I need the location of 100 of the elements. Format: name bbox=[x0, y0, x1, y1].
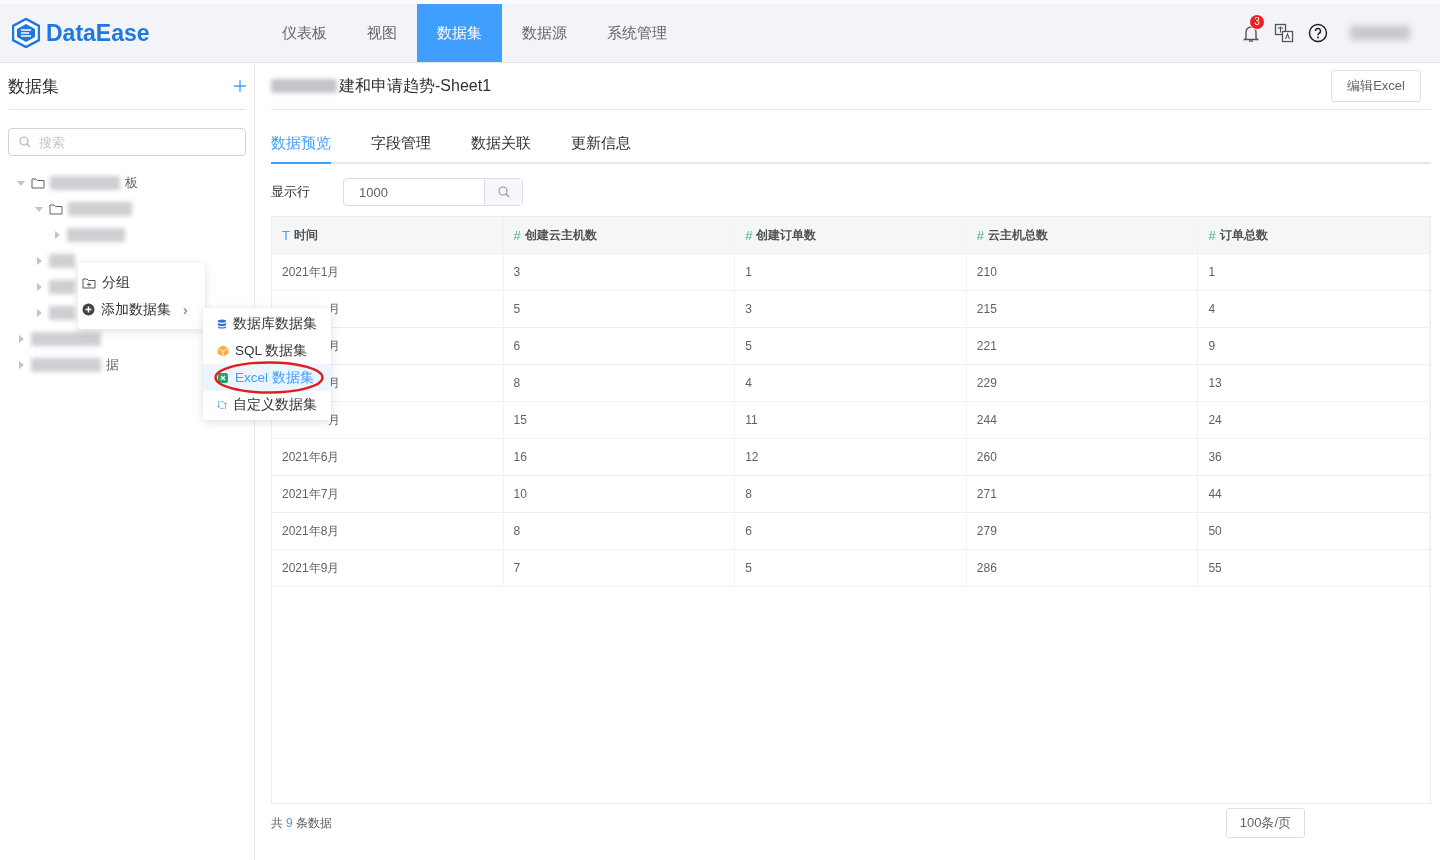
table-cell: 55 bbox=[1198, 550, 1430, 586]
table-cell: 44 bbox=[1198, 476, 1430, 512]
nav-tab[interactable]: 数据源 bbox=[502, 4, 587, 62]
caret-icon[interactable] bbox=[34, 204, 44, 214]
table-cell: 215 bbox=[966, 291, 1199, 327]
table-cell: 286 bbox=[966, 550, 1199, 586]
nav-tab[interactable]: 视图 bbox=[347, 4, 417, 62]
table-cell: 229 bbox=[966, 365, 1199, 401]
caret-icon[interactable] bbox=[16, 178, 26, 188]
nav-tab[interactable]: 系统管理 bbox=[587, 4, 687, 62]
table-cell: 7 bbox=[503, 550, 736, 586]
table-cell: 6 bbox=[735, 513, 967, 549]
row-limit-field[interactable]: 1000 bbox=[343, 178, 523, 206]
notification-badge: 3 bbox=[1249, 14, 1265, 30]
menu-item[interactable]: 添加数据集 › bbox=[78, 296, 205, 323]
table-cell: 13 bbox=[1198, 365, 1430, 401]
redacted-label bbox=[50, 176, 120, 190]
sidebar-title: 数据集 bbox=[8, 75, 59, 98]
table-cell: 10 bbox=[503, 476, 736, 512]
redacted-label bbox=[31, 332, 101, 346]
table-cell: 5 bbox=[503, 291, 736, 327]
table-cell: 9 bbox=[1198, 328, 1430, 364]
table-cell: 11 bbox=[735, 402, 967, 438]
table-cell: 260 bbox=[966, 439, 1199, 475]
caret-icon[interactable] bbox=[34, 308, 44, 318]
hexagon-logo-icon bbox=[12, 18, 40, 48]
folder-icon bbox=[49, 203, 63, 215]
table-cell: 36 bbox=[1198, 439, 1430, 475]
table-cell: 3 bbox=[735, 291, 967, 327]
nav-tab[interactable]: 仪表板 bbox=[262, 4, 347, 62]
table-cell: 221 bbox=[966, 328, 1199, 364]
table-cell: 5 bbox=[735, 328, 967, 364]
table-cell: 244 bbox=[966, 402, 1199, 438]
table-cell: 1 bbox=[735, 254, 967, 290]
column-header: # 订单总数 bbox=[1198, 217, 1430, 253]
table-cell: 8 bbox=[503, 365, 736, 401]
table-cell: 2021年6月 bbox=[272, 439, 504, 475]
tree-item[interactable]: 据 bbox=[8, 352, 119, 378]
tree-item[interactable]: 板 bbox=[8, 170, 138, 196]
database-icon bbox=[217, 317, 227, 330]
redacted-label bbox=[68, 202, 132, 216]
cube-icon bbox=[217, 344, 229, 357]
help-icon[interactable] bbox=[1308, 23, 1328, 43]
chevron-icon: › bbox=[183, 301, 188, 318]
table-cell: 24 bbox=[1198, 402, 1430, 438]
menu-item[interactable]: 分组 bbox=[78, 269, 205, 296]
table-cell: 50 bbox=[1198, 513, 1430, 549]
table-cell: 8 bbox=[503, 513, 736, 549]
total-count-text: 共 9 条数据 bbox=[271, 814, 332, 832]
redacted-label bbox=[67, 228, 125, 242]
table-cell: 6 bbox=[503, 328, 736, 364]
tab[interactable]: 字段管理 bbox=[371, 124, 431, 164]
search-icon bbox=[19, 136, 31, 148]
caret-icon[interactable] bbox=[52, 230, 62, 240]
logo-text: DataEase bbox=[46, 19, 150, 47]
tab[interactable]: 更新信息 bbox=[571, 124, 631, 164]
redacted-label bbox=[49, 254, 75, 268]
edit-excel-button[interactable]: 编辑Excel bbox=[1331, 70, 1421, 102]
redacted-label bbox=[31, 358, 101, 372]
table-cell: 279 bbox=[966, 513, 1199, 549]
column-header: # 创建订单数 bbox=[735, 217, 967, 253]
redacted-label bbox=[49, 306, 75, 320]
row-limit-label: 显示行 bbox=[271, 183, 311, 201]
page-size-select[interactable]: 100条/页 bbox=[1225, 808, 1305, 838]
tree-label-fragment: 据 bbox=[106, 356, 119, 374]
column-header: T 时间 bbox=[272, 217, 504, 253]
plus-circle-icon bbox=[82, 303, 95, 316]
folder-plus-icon bbox=[82, 276, 96, 289]
redacted-text bbox=[271, 79, 337, 93]
table-cell: 15 bbox=[503, 402, 736, 438]
folder-icon bbox=[31, 177, 45, 189]
table-cell: 2021年1月 bbox=[272, 254, 504, 290]
table-cell: 2021年9月 bbox=[272, 550, 504, 586]
caret-icon[interactable] bbox=[34, 256, 44, 266]
translate-icon[interactable] bbox=[1274, 23, 1294, 43]
redacted-username bbox=[1350, 26, 1410, 40]
caret-icon[interactable] bbox=[16, 334, 26, 344]
tab[interactable]: 数据关联 bbox=[471, 124, 531, 164]
swap-icon bbox=[217, 398, 227, 411]
table-cell: 271 bbox=[966, 476, 1199, 512]
table-cell: 3 bbox=[503, 254, 736, 290]
table-cell: 12 bbox=[735, 439, 967, 475]
table-cell: 8 bbox=[735, 476, 967, 512]
table-cell: 16 bbox=[503, 439, 736, 475]
column-header: # 云主机总数 bbox=[966, 217, 1199, 253]
search-field[interactable]: 搜索 bbox=[8, 128, 246, 156]
table-cell: 4 bbox=[1198, 291, 1430, 327]
redacted-label bbox=[49, 280, 75, 294]
dataset-title: 建和申请趋势-Sheet1 bbox=[339, 75, 492, 96]
search-button[interactable] bbox=[484, 179, 522, 205]
table-cell: 2021年7月 bbox=[272, 476, 504, 512]
tree-label-fragment: 板 bbox=[125, 174, 138, 192]
table-cell: 210 bbox=[966, 254, 1199, 290]
table-cell: 5 bbox=[735, 550, 967, 586]
table-cell: 1 bbox=[1198, 254, 1430, 290]
caret-icon[interactable] bbox=[34, 282, 44, 292]
caret-icon[interactable] bbox=[16, 360, 26, 370]
search-icon bbox=[497, 186, 510, 198]
row-limit-input[interactable]: 1000 bbox=[344, 179, 484, 205]
plus-icon[interactable] bbox=[234, 80, 246, 92]
